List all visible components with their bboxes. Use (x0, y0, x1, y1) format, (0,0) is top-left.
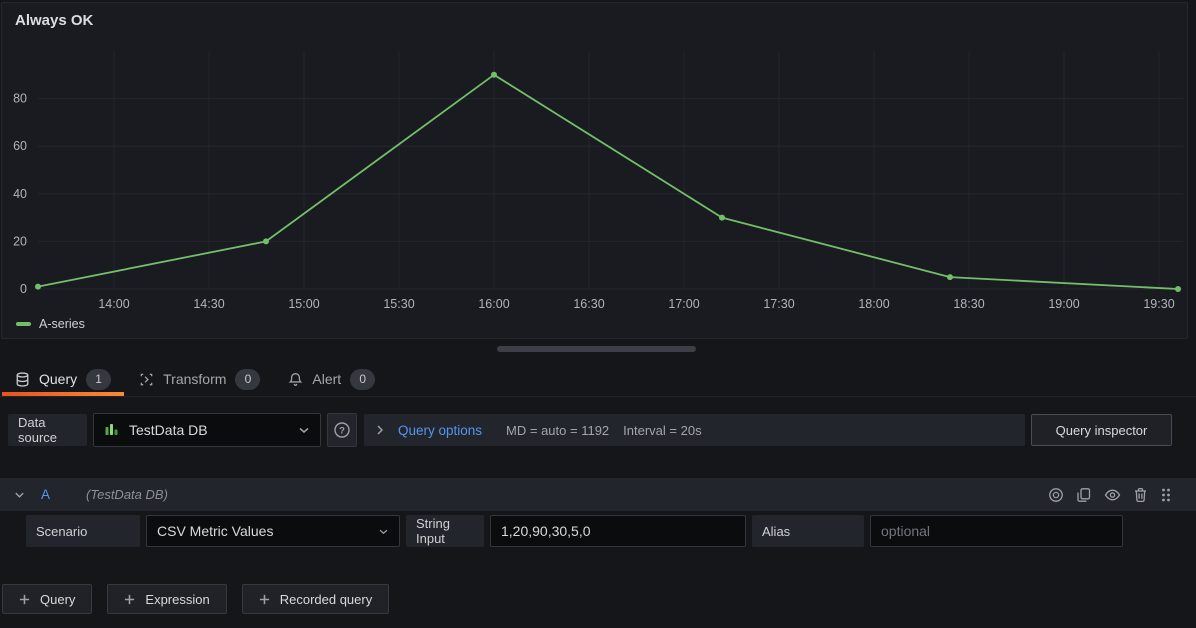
alias-input[interactable] (881, 523, 1112, 539)
svg-text:16:30: 16:30 (573, 297, 604, 311)
svg-text:18:30: 18:30 (953, 297, 984, 311)
editor-footer: Query Expression Recorded query (2, 584, 389, 614)
question-circle-icon: ? (333, 421, 351, 439)
datasource-help-button[interactable]: ? (327, 413, 357, 447)
add-expression-label: Expression (145, 592, 209, 607)
testdata-datasource-icon (104, 422, 120, 438)
database-icon (15, 372, 30, 387)
svg-text:19:00: 19:00 (1048, 297, 1079, 311)
timeseries-chart: 0 20 40 60 80 14:00 14:30 15:00 15:30 16:00 16:30 1… (2, 3, 1189, 340)
svg-text:80: 80 (13, 92, 27, 106)
add-recorded-query-label: Recorded query (280, 592, 373, 607)
editor-tabbar: Query 1 Transform 0 Alert 0 (0, 362, 1196, 397)
collapse-chevron-down-icon[interactable] (14, 491, 25, 499)
panel-title[interactable]: Always OK (15, 12, 93, 29)
alias-label: Alias (752, 515, 864, 547)
string-input-field (490, 515, 746, 547)
panel-resize-handle[interactable] (497, 346, 696, 352)
chevron-down-icon (378, 528, 389, 535)
chevron-down-icon (298, 426, 310, 434)
svg-text:?: ? (339, 426, 345, 437)
legend-series-label[interactable]: A-series (39, 317, 85, 331)
scenario-select-value: CSV Metric Values (157, 523, 273, 539)
svg-text:14:00: 14:00 (98, 297, 129, 311)
svg-text:16:00: 16:00 (478, 297, 509, 311)
svg-text:0: 0 (20, 282, 27, 296)
svg-text:20: 20 (13, 234, 27, 248)
datasource-row: Data source TestData DB ? (0, 413, 1196, 447)
tab-query[interactable]: Query 1 (1, 362, 125, 396)
add-query-label: Query (40, 592, 75, 607)
duplicate-query-icon[interactable] (1076, 487, 1092, 503)
hide-query-eye-icon[interactable] (1104, 487, 1121, 503)
tab-alert[interactable]: Alert 0 (274, 362, 389, 396)
add-expression-button[interactable]: Expression (107, 584, 226, 614)
svg-text:15:00: 15:00 (288, 297, 319, 311)
plus-icon (19, 594, 30, 605)
scenario-select[interactable]: CSV Metric Values (146, 515, 400, 547)
tab-transform-label: Transform (163, 371, 226, 387)
string-input[interactable] (501, 523, 735, 539)
datasource-picker[interactable]: TestData DB (93, 413, 321, 447)
svg-text:18:00: 18:00 (858, 297, 889, 311)
legend-swatch (16, 322, 31, 326)
drag-handle-icon[interactable] (1160, 487, 1172, 503)
tab-query-label: Query (39, 371, 77, 387)
svg-text:14:30: 14:30 (193, 297, 224, 311)
svg-text:17:00: 17:00 (668, 297, 699, 311)
tab-transform[interactable]: Transform 0 (125, 362, 274, 396)
query-inspector-button[interactable]: Query inspector (1031, 414, 1172, 446)
tab-query-badge: 1 (86, 369, 111, 390)
tab-alert-label: Alert (312, 371, 341, 387)
plus-icon (259, 594, 270, 605)
svg-text:40: 40 (13, 187, 27, 201)
query-datasource-hint: (TestData DB) (86, 487, 168, 502)
string-input-label: String Input (406, 515, 484, 547)
legend: A-series (16, 317, 85, 331)
delete-query-trash-icon[interactable] (1133, 487, 1148, 503)
add-query-button[interactable]: Query (2, 584, 92, 614)
record-icon[interactable] (1048, 487, 1064, 503)
panel-always-ok: 0 20 40 60 80 14:00 14:30 15:00 15:30 16:00 16:30 1… (1, 2, 1188, 339)
query-options-label: Query options (398, 423, 482, 438)
svg-text:19:30: 19:30 (1143, 297, 1174, 311)
bell-icon (288, 372, 303, 387)
add-recorded-query-button[interactable]: Recorded query (242, 584, 390, 614)
svg-text:15:30: 15:30 (383, 297, 414, 311)
query-ref-id[interactable]: A (41, 487, 50, 502)
query-options-interval: Interval = 20s (623, 423, 701, 438)
query-row-actions (1048, 487, 1172, 503)
datasource-picker-value: TestData DB (129, 422, 208, 438)
datasource-label: Data source (8, 414, 87, 446)
tab-alert-badge: 0 (350, 369, 375, 390)
svg-text:17:30: 17:30 (763, 297, 794, 311)
tab-transform-badge: 0 (235, 369, 260, 390)
transform-icon (139, 372, 154, 387)
chevron-right-icon (376, 424, 384, 436)
query-options-toggle[interactable]: Query options MD = auto = 1192 Interval … (364, 414, 1025, 446)
query-options-md: MD = auto = 1192 (506, 423, 609, 438)
query-editor-row: Scenario CSV Metric Values String Input … (0, 515, 1196, 547)
scenario-label: Scenario (26, 515, 140, 547)
alias-field (870, 515, 1123, 547)
plus-icon (124, 594, 135, 605)
svg-text:60: 60 (13, 139, 27, 153)
query-row-header[interactable]: A (TestData DB) (0, 478, 1196, 511)
